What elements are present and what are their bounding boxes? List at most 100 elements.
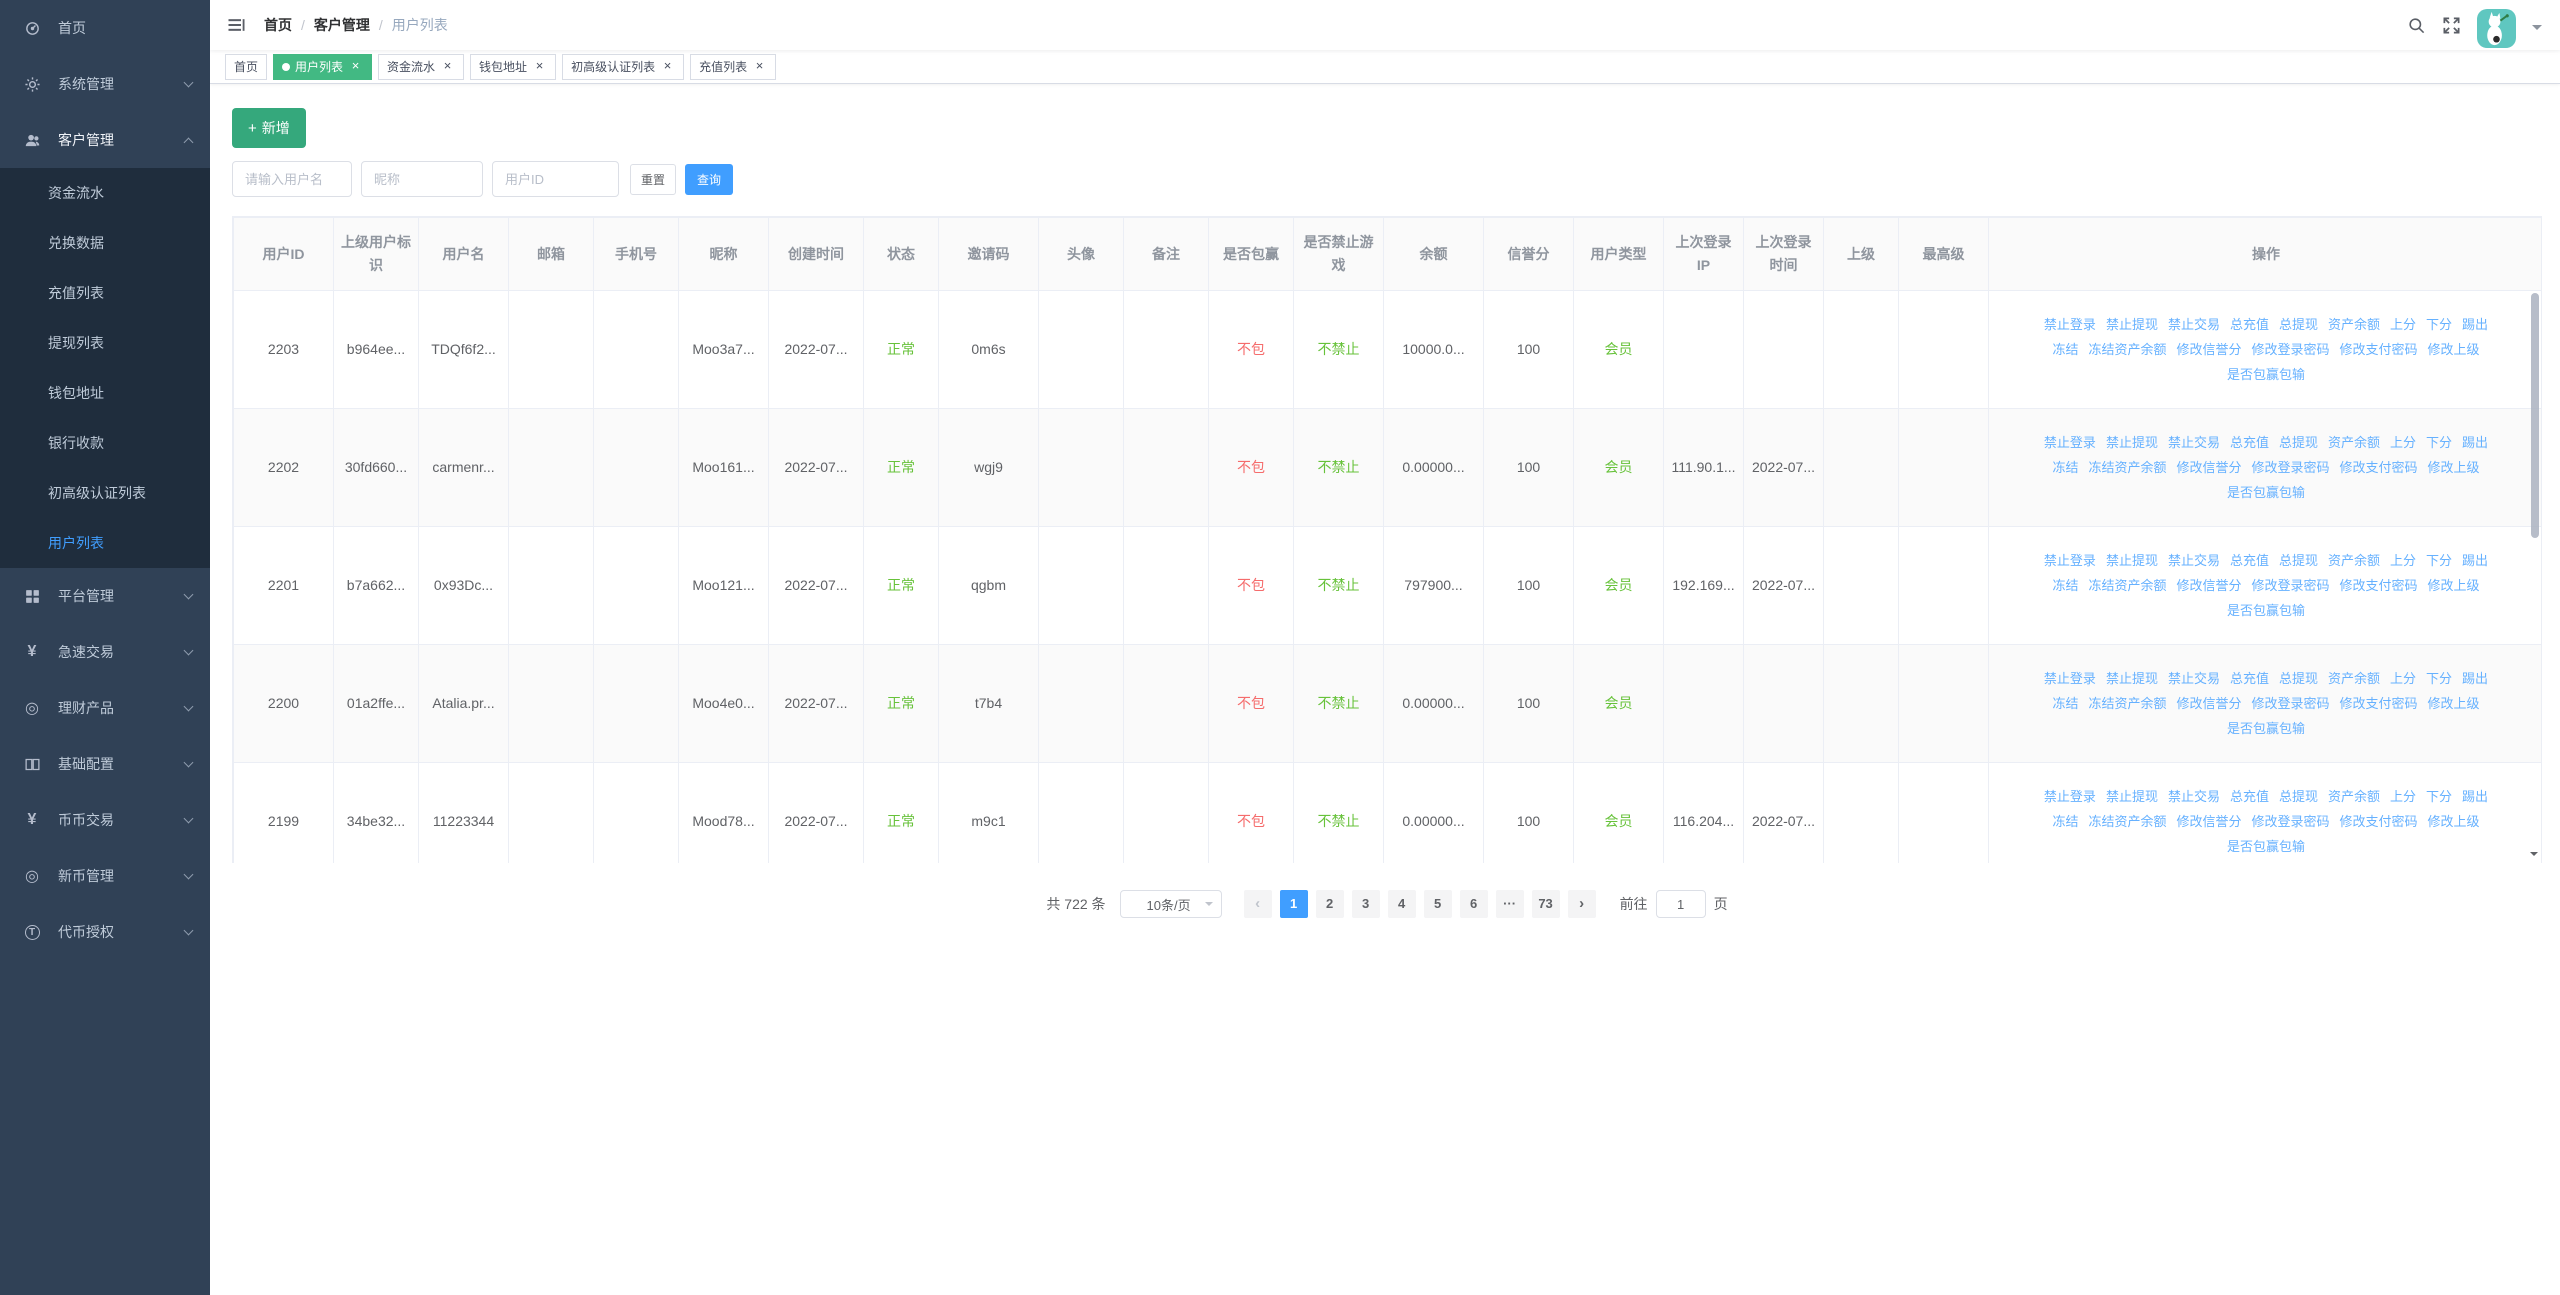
action-link[interactable]: 冻结资产余额 bbox=[2088, 810, 2166, 834]
next-page-button[interactable]: › bbox=[1568, 890, 1596, 918]
action-link[interactable]: 总充值 bbox=[2230, 667, 2269, 691]
action-link[interactable]: 禁止登录 bbox=[2044, 667, 2096, 691]
action-link[interactable]: 修改上级 bbox=[2428, 574, 2480, 598]
action-link[interactable]: 修改支付密码 bbox=[2340, 456, 2418, 480]
action-link[interactable]: 冻结资产余额 bbox=[2088, 456, 2166, 480]
tab-资金流水[interactable]: 资金流水× bbox=[378, 54, 464, 80]
sidebar-subitem[interactable]: 兑换数据 bbox=[0, 218, 210, 268]
action-link[interactable]: 下分 bbox=[2426, 549, 2452, 573]
action-link[interactable]: 总提现 bbox=[2279, 549, 2318, 573]
page-button[interactable]: 3 bbox=[1352, 890, 1380, 918]
user-avatar[interactable] bbox=[2477, 9, 2516, 48]
action-link[interactable]: 是否包赢包输 bbox=[2227, 835, 2305, 859]
caret-down-icon[interactable] bbox=[2532, 25, 2542, 35]
action-link[interactable]: 下分 bbox=[2426, 313, 2452, 337]
fullscreen-icon[interactable] bbox=[2442, 16, 2461, 35]
action-link[interactable]: 修改信誉分 bbox=[2176, 574, 2241, 598]
scrollbar-down-arrow[interactable] bbox=[2530, 852, 2538, 860]
page-button[interactable]: 6 bbox=[1460, 890, 1488, 918]
action-link[interactable]: 总提现 bbox=[2279, 785, 2318, 809]
vertical-scrollbar[interactable] bbox=[2531, 293, 2539, 538]
action-link[interactable]: 修改支付密码 bbox=[2340, 692, 2418, 716]
nickname-input[interactable] bbox=[361, 161, 483, 197]
action-link[interactable]: 是否包赢包输 bbox=[2227, 363, 2305, 387]
action-link[interactable]: 是否包赢包输 bbox=[2227, 481, 2305, 505]
page-button[interactable]: 4 bbox=[1388, 890, 1416, 918]
action-link[interactable]: 修改信誉分 bbox=[2176, 456, 2241, 480]
action-link[interactable]: 修改上级 bbox=[2428, 692, 2480, 716]
action-link[interactable]: 资产余额 bbox=[2328, 785, 2380, 809]
action-link[interactable]: 下分 bbox=[2426, 431, 2452, 455]
action-link[interactable]: 上分 bbox=[2390, 667, 2416, 691]
action-link[interactable]: 踢出 bbox=[2462, 313, 2488, 337]
action-link[interactable]: 总充值 bbox=[2230, 431, 2269, 455]
sidebar-subitem[interactable]: 钱包地址 bbox=[0, 368, 210, 418]
sidebar-subitem[interactable]: 资金流水 bbox=[0, 168, 210, 218]
action-link[interactable]: 资产余额 bbox=[2328, 313, 2380, 337]
sidebar-subitem[interactable]: 初高级认证列表 bbox=[0, 468, 210, 518]
action-link[interactable]: 冻结 bbox=[2052, 456, 2078, 480]
reset-button[interactable]: 重置 bbox=[630, 164, 676, 195]
sidebar-item[interactable]: 平台管理 bbox=[0, 568, 210, 624]
action-link[interactable]: 踢出 bbox=[2462, 549, 2488, 573]
username-input[interactable] bbox=[232, 161, 352, 197]
action-link[interactable]: 踢出 bbox=[2462, 667, 2488, 691]
action-link[interactable]: 冻结资产余额 bbox=[2088, 692, 2166, 716]
action-link[interactable]: 禁止交易 bbox=[2168, 785, 2220, 809]
tab-钱包地址[interactable]: 钱包地址× bbox=[470, 54, 556, 80]
tab-首页[interactable]: 首页 bbox=[225, 54, 267, 80]
close-icon[interactable]: × bbox=[440, 59, 455, 74]
action-link[interactable]: 踢出 bbox=[2462, 785, 2488, 809]
action-link[interactable]: 禁止提现 bbox=[2106, 785, 2158, 809]
goto-page-input[interactable] bbox=[1656, 890, 1706, 918]
action-link[interactable]: 资产余额 bbox=[2328, 431, 2380, 455]
page-button[interactable]: 5 bbox=[1424, 890, 1452, 918]
sidebar-item[interactable]: 基础配置 bbox=[0, 736, 210, 792]
action-link[interactable]: 禁止交易 bbox=[2168, 431, 2220, 455]
action-link[interactable]: 冻结 bbox=[2052, 338, 2078, 362]
breadcrumb-customer-mgmt[interactable]: 客户管理 bbox=[314, 15, 370, 35]
action-link[interactable]: 总提现 bbox=[2279, 667, 2318, 691]
action-link[interactable]: 总提现 bbox=[2279, 313, 2318, 337]
action-link[interactable]: 修改登录密码 bbox=[2252, 692, 2330, 716]
action-link[interactable]: 禁止交易 bbox=[2168, 549, 2220, 573]
more-pages-button[interactable]: ··· bbox=[1496, 890, 1524, 918]
sidebar-item[interactable]: ◎理财产品 bbox=[0, 680, 210, 736]
action-link[interactable]: 修改上级 bbox=[2428, 456, 2480, 480]
action-link[interactable]: 禁止交易 bbox=[2168, 313, 2220, 337]
sidebar-item[interactable]: 客户管理 bbox=[0, 112, 210, 168]
action-link[interactable]: 总充值 bbox=[2230, 549, 2269, 573]
action-link[interactable]: 上分 bbox=[2390, 785, 2416, 809]
action-link[interactable]: 资产余额 bbox=[2328, 549, 2380, 573]
action-link[interactable]: 上分 bbox=[2390, 431, 2416, 455]
action-link[interactable]: 修改信誉分 bbox=[2176, 692, 2241, 716]
action-link[interactable]: 禁止提现 bbox=[2106, 313, 2158, 337]
tab-初高级认证列表[interactable]: 初高级认证列表× bbox=[562, 54, 684, 80]
action-link[interactable]: 冻结资产余额 bbox=[2088, 338, 2166, 362]
page-size-select[interactable]: 10条/页 bbox=[1120, 890, 1222, 918]
sidebar-item[interactable]: ¥币币交易 bbox=[0, 792, 210, 848]
action-link[interactable]: 冻结 bbox=[2052, 692, 2078, 716]
action-link[interactable]: 总提现 bbox=[2279, 431, 2318, 455]
action-link[interactable]: 禁止登录 bbox=[2044, 785, 2096, 809]
page-button[interactable]: 2 bbox=[1316, 890, 1344, 918]
action-link[interactable]: 踢出 bbox=[2462, 431, 2488, 455]
close-icon[interactable]: × bbox=[532, 59, 547, 74]
action-link[interactable]: 是否包赢包输 bbox=[2227, 717, 2305, 741]
hamburger-icon[interactable] bbox=[226, 15, 246, 35]
action-link[interactable]: 上分 bbox=[2390, 313, 2416, 337]
action-link[interactable]: 资产余额 bbox=[2328, 667, 2380, 691]
action-link[interactable]: 禁止登录 bbox=[2044, 431, 2096, 455]
action-link[interactable]: 冻结资产余额 bbox=[2088, 574, 2166, 598]
action-link[interactable]: 修改上级 bbox=[2428, 810, 2480, 834]
search-button[interactable]: 查询 bbox=[685, 164, 733, 195]
sidebar-item[interactable]: T代币授权 bbox=[0, 904, 210, 960]
action-link[interactable]: 下分 bbox=[2426, 785, 2452, 809]
action-link[interactable]: 上分 bbox=[2390, 549, 2416, 573]
action-link[interactable]: 下分 bbox=[2426, 667, 2452, 691]
tab-用户列表[interactable]: 用户列表× bbox=[273, 54, 372, 80]
action-link[interactable]: 修改信誉分 bbox=[2176, 338, 2241, 362]
action-link[interactable]: 修改支付密码 bbox=[2340, 338, 2418, 362]
action-link[interactable]: 禁止提现 bbox=[2106, 549, 2158, 573]
action-link[interactable]: 修改登录密码 bbox=[2252, 810, 2330, 834]
